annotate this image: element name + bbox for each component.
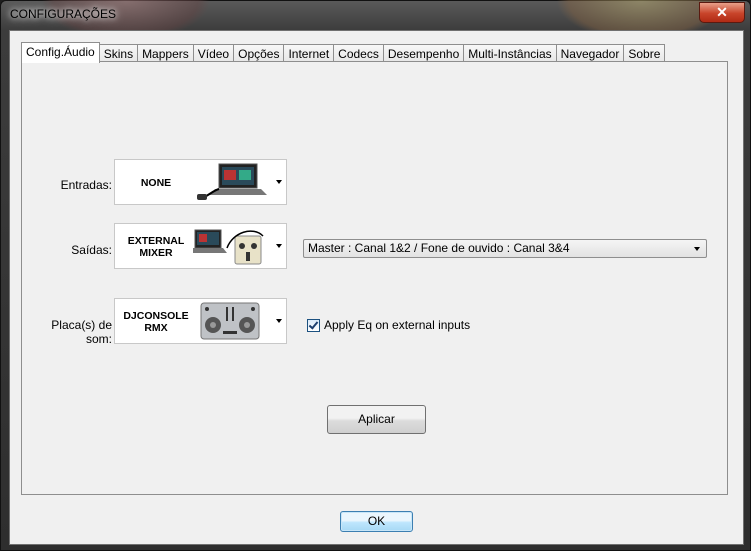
inputs-device-name: NONE xyxy=(140,177,172,189)
outputs-device-name-line1: EXTERNAL xyxy=(127,235,185,247)
laptop-cable-icon xyxy=(197,163,267,200)
output-routing-value: Master : Canal 1&2 / Fone de ouvido : Ca… xyxy=(308,241,570,255)
soundcard-device-select[interactable]: DJCONSOLE RMX xyxy=(114,298,287,344)
close-button[interactable]: ✕ xyxy=(699,2,745,23)
apply-button[interactable]: Aplicar xyxy=(327,405,426,434)
outputs-label: Saídas: xyxy=(71,243,112,257)
chevron-down-icon xyxy=(694,247,700,251)
apply-eq-label: Apply Eq on external inputs xyxy=(324,318,471,332)
apply-eq-checkbox[interactable] xyxy=(307,318,320,332)
tab-bar: Config.Áudio Skins Mappers Vídeo Opções … xyxy=(21,42,666,63)
dj-controller-icon xyxy=(200,302,260,340)
chevron-down-icon xyxy=(276,244,282,248)
outputs-device-select[interactable]: EXTERNAL MIXER xyxy=(114,223,287,269)
soundcard-label: Placa(s) de som: xyxy=(51,318,112,346)
ok-button[interactable]: OK xyxy=(340,511,413,532)
outputs-device-name-line2: MIXER xyxy=(139,247,173,259)
inputs-label: Entradas: xyxy=(60,178,112,192)
soundcard-device-name-line1: DJCONSOLE xyxy=(123,310,189,322)
settings-window: CONFIGURAÇÕES ✕ Config.Áudio Skins Mappe… xyxy=(0,0,751,551)
tab-config-audio[interactable]: Config.Áudio xyxy=(21,42,100,63)
soundcard-device-name-line2: RMX xyxy=(144,322,168,334)
chevron-down-icon xyxy=(276,180,282,184)
output-routing-select[interactable]: Master : Canal 1&2 / Fone de ouvido : Ca… xyxy=(303,239,707,258)
chevron-down-icon xyxy=(276,319,282,323)
laptop-mixer-icon xyxy=(193,229,264,265)
audio-config-panel: Entradas: NONE Saídas: EXTERNAL MIXER Ma… xyxy=(21,61,728,495)
dialog-client-area: Config.Áudio Skins Mappers Vídeo Opções … xyxy=(9,30,744,545)
apply-eq-option[interactable]: Apply Eq on external inputs xyxy=(307,318,470,332)
window-title: CONFIGURAÇÕES xyxy=(10,7,117,21)
inputs-device-select[interactable]: NONE xyxy=(114,159,287,205)
